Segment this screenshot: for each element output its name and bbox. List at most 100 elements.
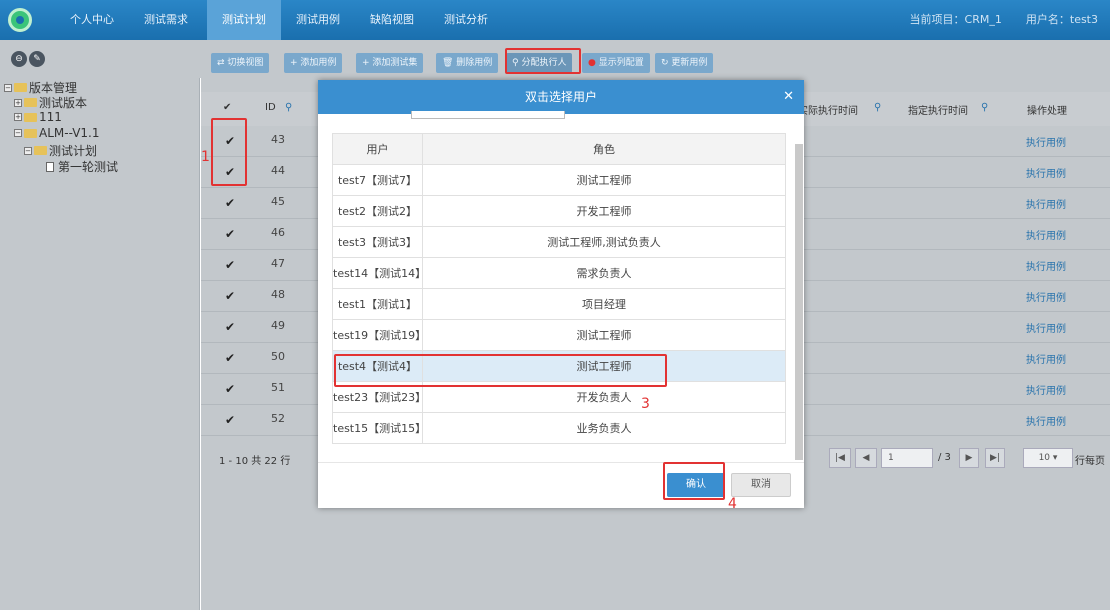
select-user-dialog: 双击选择用户 ✕ 用户 角色 test7【测试7】 测试工程师 test2【测试2】… <box>318 80 804 508</box>
execute-case-link[interactable]: 执行用例 <box>1026 413 1066 428</box>
row-checkbox[interactable]: ✔ <box>225 382 235 396</box>
header-actual-time[interactable]: 实际执行时间 <box>798 102 858 117</box>
column-config-label: 显示列配置 <box>598 58 644 68</box>
user-role: 需求负责人 <box>422 257 786 289</box>
nav-test-analysis[interactable]: 测试分析 <box>429 0 503 40</box>
annotation-number-4: 4 <box>728 496 737 512</box>
user-name: test14【测试14】 <box>332 257 426 289</box>
annotation-box-assign <box>505 48 581 74</box>
user-row[interactable]: test3【测试3】 测试工程师,测试负责人 <box>332 226 786 258</box>
folder-icon <box>24 128 37 138</box>
user-name: test3【测试3】 <box>332 226 423 258</box>
execute-case-link[interactable]: 执行用例 <box>1026 289 1066 304</box>
annotation-box-confirm <box>663 462 725 500</box>
header-plan-time[interactable]: 指定执行时间 <box>908 102 968 117</box>
nav-test-requirements[interactable]: 测试需求 <box>129 0 203 40</box>
prev-page-button[interactable]: ◀ <box>855 448 877 468</box>
first-page-button[interactable]: |◀ <box>829 448 851 468</box>
execute-case-link[interactable]: 执行用例 <box>1026 351 1066 366</box>
row-id: 47 <box>271 257 285 270</box>
execute-case-link[interactable]: 执行用例 <box>1026 258 1066 273</box>
user-role: 业务负责人 <box>422 412 786 444</box>
add-case-button[interactable]: + 添加用例 <box>284 53 343 73</box>
row-checkbox[interactable]: ✔ <box>225 196 235 210</box>
execute-case-link[interactable]: 执行用例 <box>1026 382 1066 397</box>
row-checkbox[interactable]: ✔ <box>225 289 235 303</box>
cancel-button[interactable]: 取消 <box>731 473 791 497</box>
tree-node-test-version[interactable]: + 测试版本 <box>14 94 87 111</box>
col-role: 角色 <box>422 133 786 165</box>
nav-test-plan[interactable]: 测试计划 <box>207 0 281 40</box>
collapse-icon[interactable]: − <box>4 83 12 92</box>
page-input[interactable]: 1 <box>881 448 933 468</box>
row-checkbox[interactable]: ✔ <box>225 413 235 427</box>
row-id: 49 <box>271 319 285 332</box>
nav-test-cases[interactable]: 测试用例 <box>281 0 355 40</box>
search-icon[interactable]: ⚲ <box>981 102 988 113</box>
user-row[interactable]: test7【测试7】 测试工程师 <box>332 164 786 196</box>
execute-case-link[interactable]: 执行用例 <box>1026 165 1066 180</box>
search-icon[interactable]: ⚲ <box>285 102 292 113</box>
user-row[interactable]: test19【测试19】 测试工程师 <box>332 319 786 351</box>
row-id: 45 <box>271 195 285 208</box>
file-icon <box>46 161 54 172</box>
user-row[interactable]: test14【测试14】 需求负责人 <box>332 257 786 289</box>
row-id: 50 <box>271 350 285 363</box>
last-page-button[interactable]: ▶| <box>985 448 1005 468</box>
folder-icon <box>14 83 27 92</box>
page-size-value: 10 <box>1038 453 1051 463</box>
collapse-icon[interactable]: − <box>24 146 32 155</box>
close-icon[interactable]: ✕ <box>783 80 794 114</box>
user-name: test19【测试19】 <box>332 319 426 351</box>
tree-node-test-plan[interactable]: − 测试计划 <box>24 142 97 159</box>
nav-defect-view[interactable]: 缺陷视图 <box>355 0 429 40</box>
annotation-box-user <box>334 354 667 387</box>
tree-node-111[interactable]: +111 <box>14 110 62 124</box>
execute-case-link[interactable]: 执行用例 <box>1026 227 1066 242</box>
execute-case-link[interactable]: 执行用例 <box>1026 196 1066 211</box>
user-name: test1【测试1】 <box>332 288 423 320</box>
row-checkbox[interactable]: ✔ <box>225 351 235 365</box>
execute-case-link[interactable]: 执行用例 <box>1026 134 1066 149</box>
row-checkbox[interactable]: ✔ <box>225 227 235 241</box>
user-search-input[interactable] <box>411 111 565 119</box>
user-name: test7【测试7】 <box>332 164 423 196</box>
next-page-button[interactable]: ▶ <box>959 448 979 468</box>
add-test-set-button[interactable]: + 添加测试集 <box>356 53 424 73</box>
collapse-icon[interactable]: − <box>14 129 22 137</box>
row-checkbox[interactable]: ✔ <box>225 320 235 334</box>
expand-icon[interactable]: + <box>14 113 22 121</box>
row-checkbox[interactable]: ✔ <box>225 258 235 272</box>
per-page-label: 行每页 <box>1075 456 1105 467</box>
user-row[interactable]: test15【测试15】 业务负责人 <box>332 412 786 444</box>
execute-case-link[interactable]: 执行用例 <box>1026 320 1066 335</box>
tree-node-alm[interactable]: − ALM--V1.1 <box>14 126 100 140</box>
tree-node-first-round[interactable]: 第一轮测试 <box>46 158 118 175</box>
select-all-checkbox[interactable]: ✔ <box>223 102 231 113</box>
row-id: 48 <box>271 288 285 301</box>
update-case-button[interactable]: ↻ 更新用例 <box>655 53 714 73</box>
user-table-header: 用户 角色 <box>332 133 786 165</box>
current-user[interactable]: 用户名：test3 <box>1014 0 1110 40</box>
user-table: 用户 角色 test7【测试7】 测试工程师 test2【测试2】 开发工程师 test… <box>332 133 786 444</box>
collapse-tree-icon[interactable]: ⊖ <box>11 51 27 67</box>
nav-personal-center[interactable]: 个人中心 <box>55 0 129 40</box>
tree-node-label: 测试计划 <box>49 144 98 158</box>
scrollbar[interactable] <box>795 144 803 460</box>
page-size-select[interactable]: 10 ▾ <box>1023 448 1073 468</box>
user-role: 项目经理 <box>422 288 786 320</box>
user-role: 测试工程师,测试负责人 <box>422 226 786 258</box>
expand-icon[interactable]: + <box>14 98 22 107</box>
annotation-number-1: 1 <box>201 149 210 165</box>
edit-tree-icon[interactable]: ✎ <box>29 51 45 67</box>
column-config-icon: ● <box>588 58 596 68</box>
user-row[interactable]: test2【测试2】 开发工程师 <box>332 195 786 227</box>
switch-view-button[interactable]: ⇄ 切换视图 <box>211 53 270 73</box>
header-id[interactable]: ID <box>265 102 276 113</box>
delete-case-button[interactable]: 🗑 删除用例 <box>436 53 499 73</box>
column-config-button[interactable]: ● 显示列配置 <box>582 53 650 73</box>
row-id: 46 <box>271 226 285 239</box>
user-name: test15【测试15】 <box>332 412 426 444</box>
search-icon[interactable]: ⚲ <box>874 102 881 113</box>
user-row[interactable]: test1【测试1】 项目经理 <box>332 288 786 320</box>
